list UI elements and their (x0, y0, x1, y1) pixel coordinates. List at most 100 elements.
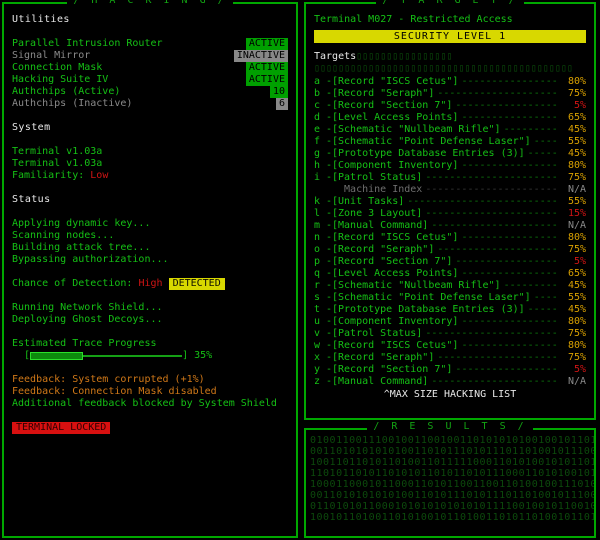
right-column: / T A R G E T / Terminal M027 - Restrict… (304, 0, 596, 538)
target-dash-filler: ----------------------------------------… (461, 268, 557, 279)
target-row[interactable]: g - [Prototype Database Entries (3)] -----… (314, 148, 586, 160)
target-key: z - (314, 376, 333, 387)
target-row[interactable]: t - [Prototype Database Entries (3)] -----… (314, 304, 586, 316)
target-value: 5% (573, 256, 586, 267)
target-dash-filler: ----------------------------------------… (527, 304, 557, 315)
target-dash-filler: ----------------------------------------… (431, 376, 557, 387)
target-row[interactable]: m - [Manual Command] ---------------------… (314, 220, 586, 232)
target-row[interactable]: w - [Record "ISCS Cetus"] ----------------… (314, 340, 586, 352)
hacking-panel-body: Utilities Parallel Intrusion Router ACTIV… (4, 4, 296, 440)
target-row[interactable]: e -[Schematic "Nullbeam Rifle"]---------… (314, 124, 586, 136)
target-row[interactable]: b - [Record "Seraph"] --------------------… (314, 88, 586, 100)
detection-value: High (138, 278, 163, 289)
familiarity-label: Familiarity: (12, 170, 91, 181)
familiarity-row: Familiarity: Low (12, 170, 288, 182)
trace-bracket-close: ] (182, 350, 189, 361)
status-post-lines: Running Network Shield... Deploying Ghost… (12, 302, 288, 326)
target-row[interactable]: r -[Schematic "Nullbeam Rifle"]---------… (314, 280, 586, 292)
target-row[interactable]: i - [Patrol Status] ----------------------… (314, 172, 586, 184)
utilities-list: Parallel Intrusion Router ACTIVE Signal Mi… (12, 38, 288, 110)
target-key: h - (314, 160, 333, 171)
utility-row[interactable]: Parallel Intrusion Router ACTIVE (12, 38, 288, 50)
target-name: [Record "ISCS Cetus"] (332, 76, 459, 87)
target-row[interactable]: o - [Record "Seraph"] --------------------… (314, 244, 586, 256)
target-dash-filler: ----------------------------------------… (425, 172, 557, 183)
target-row[interactable]: a - [Record "ISCS Cetus"] ----------------… (314, 76, 586, 88)
target-dash-filler: ----------------------------------------… (461, 316, 557, 327)
target-row[interactable]: s -[Schematic "Point Defense Laser"]----… (314, 292, 586, 304)
target-value: 80% (567, 232, 586, 243)
target-row[interactable]: l - [Zone 3 Layout] ----------------------… (314, 208, 586, 220)
target-name: [Manual Command] (332, 376, 429, 387)
target-name: [Unit Tasks] (332, 196, 405, 207)
results-noise-line: 1101011010110101011010110101110001101010… (310, 468, 594, 479)
target-row[interactable]: c -[Record "Section 7"]-----------------… (314, 100, 586, 112)
utility-row[interactable]: Authchips (Inactive) 6 (12, 98, 288, 110)
target-row[interactable]: u - [Component Inventory] ----------------… (314, 316, 586, 328)
results-noise-line: 0110101011000101010101010101111001001011… (310, 501, 594, 512)
target-row[interactable]: q - [Level Access Points] ----------------… (314, 268, 586, 280)
utility-row[interactable]: Connection Mask ACTIVE (12, 62, 288, 74)
utility-status-badge: 10 (269, 86, 288, 98)
target-row[interactable]: f -[Schematic "Point Defense Laser"]----… (314, 136, 586, 148)
target-panel: / T A R G E T / Terminal M027 - Restrict… (304, 0, 596, 420)
target-value: 45% (567, 280, 586, 291)
detection-label: Chance of Detection: (12, 278, 139, 289)
target-dash-filler: ----------------------------------------… (455, 256, 557, 267)
target-row[interactable]: k -[Unit Tasks]-------------------------… (314, 196, 586, 208)
targets-noise-2: ▯▯▯▯▯▯▯▯▯▯▯▯▯▯▯▯▯▯▯▯▯▯▯▯▯▯▯▯▯▯▯▯▯▯▯▯▯▯▯▯… (314, 63, 573, 74)
status-line: Bypassing authorization... (12, 254, 169, 265)
target-key: n - (314, 232, 333, 243)
status-line: Running Network Shield... (12, 302, 163, 313)
status-line: Building attack tree... (12, 242, 151, 253)
status-line: Scanning nodes... (12, 230, 115, 241)
utility-label: Hacking Suite IV (12, 74, 109, 85)
target-key: l - (314, 208, 333, 219)
left-column: / H A C K I N G / Utilities Parallel Int… (2, 0, 298, 538)
target-row[interactable]: Machine Index---------------------------… (314, 184, 586, 196)
target-dash-filler: ----------------------------------------… (437, 352, 557, 363)
target-dash-filler: ----------------------------------------… (407, 196, 557, 207)
trace-progress-row: [] 35% (12, 350, 288, 362)
utility-row[interactable]: Authchips (Active) 10 (12, 86, 288, 98)
target-name: [Patrol Status] (332, 172, 423, 183)
target-row[interactable]: d - [Level Access Points] ----------------… (314, 112, 586, 124)
target-key: b - (314, 88, 333, 99)
target-key: q - (314, 268, 333, 279)
target-name: [Manual Command] (332, 220, 429, 231)
utilities-heading: Utilities (12, 14, 70, 25)
target-row[interactable]: v - [Patrol Status] ----------------------… (314, 328, 586, 340)
target-panel-body: Terminal M027 - Restricted Access SECURI… (306, 4, 594, 407)
target-value: 65% (567, 112, 586, 123)
target-row[interactable]: x - [Record "Seraph"] --------------------… (314, 352, 586, 364)
security-level-banner: SECURITY LEVEL 1 (314, 30, 586, 43)
target-row[interactable]: n - [Record "ISCS Cetus"] ----------------… (314, 232, 586, 244)
detection-row: Chance of Detection: High DETECTED (12, 278, 288, 290)
target-value: 55% (567, 292, 586, 303)
status-pre-lines: Applying dynamic key... Scanning nodes...… (12, 218, 288, 266)
target-row[interactable]: z - [Manual Command] ---------------------… (314, 376, 586, 388)
target-row[interactable]: p -[Record "Section 7"]-----------------… (314, 256, 586, 268)
target-key: t - (314, 304, 333, 315)
utility-label: Authchips (Active) (12, 86, 121, 97)
utility-row[interactable]: Signal Mirror INACTIVE (12, 50, 288, 62)
target-name: [Prototype Database Entries (3)] (332, 304, 525, 315)
target-name: [Record "Section 7"] (332, 100, 453, 111)
target-dash-filler: ----------------------------------------… (431, 220, 557, 231)
utility-row[interactable]: Hacking Suite IV ACTIVE (12, 74, 288, 86)
target-key: v - (314, 328, 333, 339)
target-key: x - (314, 352, 333, 363)
target-name: Machine Index (332, 184, 423, 195)
target-row[interactable]: h - [Component Inventory] ----------------… (314, 160, 586, 172)
target-value: 5% (573, 100, 586, 111)
target-name: [Record "Seraph"] (332, 244, 435, 255)
results-panel: / R E S U L T S / 0100110011100100110010… (304, 421, 596, 538)
target-row[interactable]: y -[Record "Section 7"]-----------------… (314, 364, 586, 376)
